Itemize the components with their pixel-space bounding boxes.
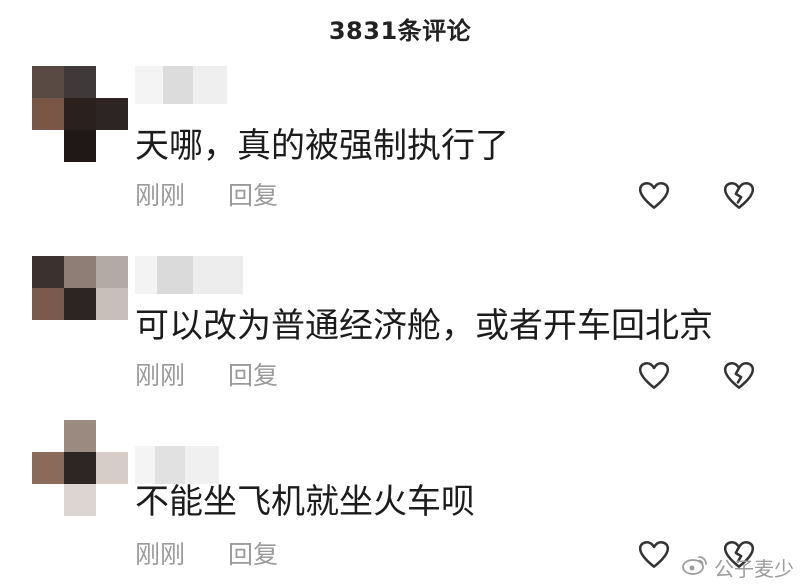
heart-outline-icon[interactable] (637, 359, 671, 393)
comment-text: 不能坐飞机就坐火车呗 (135, 482, 475, 522)
comment-text: 可以改为普通经济舱，或者开车回北京 (135, 306, 713, 346)
reply-button[interactable]: 回复 (228, 361, 278, 391)
reply-button[interactable]: 回复 (228, 540, 278, 570)
watermark-text: 公子麦少 (714, 557, 794, 581)
avatar[interactable] (32, 256, 128, 352)
avatar[interactable] (32, 66, 128, 162)
comment-text: 天哪，真的被强制执行了 (135, 126, 509, 166)
username-redacted[interactable] (135, 256, 255, 294)
avatar[interactable] (32, 420, 128, 516)
comment-time: 刚刚 (135, 181, 186, 210)
heart-outline-icon[interactable] (637, 179, 671, 213)
comment-time: 刚刚 (135, 540, 186, 569)
weibo-logo-icon (682, 554, 708, 581)
reply-button[interactable]: 回复 (228, 181, 278, 211)
username-redacted[interactable] (135, 446, 255, 484)
watermark: 公子麦少 (682, 553, 794, 582)
broken-heart-icon[interactable] (722, 359, 756, 393)
username-redacted[interactable] (135, 66, 255, 104)
comment-time: 刚刚 (135, 361, 186, 390)
broken-heart-icon[interactable] (722, 179, 756, 213)
heart-outline-icon[interactable] (637, 538, 671, 572)
comment-count-title: 3831条评论 (328, 16, 472, 45)
